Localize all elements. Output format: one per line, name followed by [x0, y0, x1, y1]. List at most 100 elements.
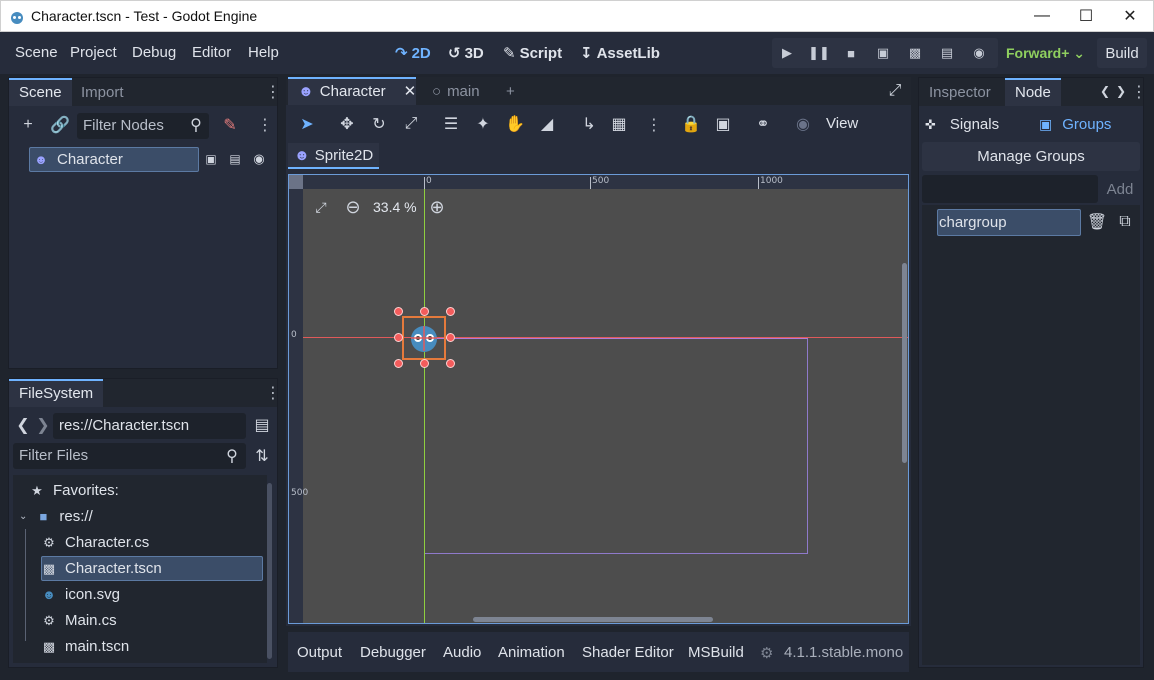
workspace-3d-button[interactable]: ↺ 3D: [448, 44, 484, 63]
smart-snap-icon[interactable]: ↳: [580, 115, 598, 133]
horizontal-scrollbar[interactable]: [473, 617, 713, 622]
detach-script-icon[interactable]: ✎: [219, 114, 241, 136]
pause-icon[interactable]: ❚❚: [808, 44, 830, 62]
sort-icon[interactable]: ⇅: [253, 447, 271, 465]
add-group-button[interactable]: Add: [1101, 175, 1139, 203]
scene-options-icon[interactable]: ⋮: [257, 115, 273, 135]
filter-files-input[interactable]: Filter Files: [13, 443, 246, 469]
tree-item-main-cs[interactable]: ⚙ Main.cs: [41, 612, 117, 629]
resize-handle[interactable]: [394, 333, 403, 342]
chevron-right-icon[interactable]: ❯: [1115, 83, 1127, 99]
bone-icon[interactable]: ⚭: [754, 115, 772, 133]
menu-debug[interactable]: Debug: [132, 44, 176, 61]
close-icon[interactable]: ✕: [1107, 1, 1153, 31]
grid-snap-icon[interactable]: ▦: [610, 115, 628, 133]
remote-debug-icon[interactable]: ▣: [874, 44, 892, 62]
script-attached-icon[interactable]: ▤: [227, 151, 243, 167]
tree-item-favorites[interactable]: ★ Favorites:: [29, 482, 119, 499]
path-field[interactable]: res://Character.tscn: [53, 413, 246, 439]
group-name-input[interactable]: [922, 175, 1098, 203]
inspector-menu-icon[interactable]: ⋮: [1131, 82, 1147, 102]
rotate-tool-icon[interactable]: ↻: [370, 115, 388, 133]
tab-character[interactable]: ☻ Character ✕: [288, 77, 416, 105]
group-select-icon[interactable]: ▣: [714, 115, 732, 133]
link-icon[interactable]: 🔗: [49, 114, 71, 136]
scale-tool-icon[interactable]: ⤢: [402, 115, 420, 133]
subtab-signals[interactable]: ✜ Signals: [925, 116, 999, 133]
menu-help[interactable]: Help: [248, 44, 279, 61]
maximize-icon[interactable]: ☐: [1063, 1, 1109, 31]
vertical-scrollbar[interactable]: [902, 263, 907, 463]
manage-groups-button[interactable]: Manage Groups: [922, 142, 1140, 171]
tab-main[interactable]: ○ main: [422, 77, 490, 105]
godot-sprite-icon[interactable]: [407, 321, 441, 355]
tab-import[interactable]: Import: [71, 78, 134, 106]
group-item-chargroup[interactable]: chargroup: [939, 214, 1007, 231]
snap-options-icon[interactable]: ⋮: [646, 115, 662, 135]
play-icon[interactable]: ▶: [778, 44, 796, 62]
workspace-script-button[interactable]: ✎ Script: [503, 44, 562, 63]
copy-icon[interactable]: ⧉: [1117, 213, 1133, 230]
movie-maker-icon[interactable]: ◉: [970, 44, 988, 62]
minimize-icon[interactable]: —: [1019, 1, 1065, 31]
camera-override-icon[interactable]: ◉: [794, 115, 812, 133]
menu-project[interactable]: Project: [70, 44, 117, 61]
tree-item-res[interactable]: ⌄ ■ res://: [19, 508, 93, 525]
tab-debugger[interactable]: Debugger: [360, 644, 426, 661]
tree-item-character-cs[interactable]: ⚙ Character.cs: [41, 534, 149, 551]
zoom-in-icon[interactable]: ⊕: [429, 197, 445, 217]
resize-handle[interactable]: [446, 333, 455, 342]
forward-icon[interactable]: ❯: [35, 416, 51, 434]
move-tool-icon[interactable]: ✥: [338, 115, 356, 133]
resize-handle[interactable]: [394, 359, 403, 368]
lock-icon[interactable]: 🔒: [681, 115, 701, 133]
workspace-assetlib-button[interactable]: ↧ AssetLib: [580, 44, 660, 63]
tree-item-character-tscn[interactable]: ▩ Character.tscn: [41, 560, 162, 577]
build-button[interactable]: Build: [1097, 38, 1147, 68]
workspace-2d-button[interactable]: ↷ 2D: [395, 44, 431, 63]
menu-scene[interactable]: Scene: [15, 44, 58, 61]
resize-handle[interactable]: [446, 307, 455, 316]
tree-item-main-tscn[interactable]: ▩ main.tscn: [41, 638, 129, 655]
view-menu[interactable]: View: [826, 115, 858, 132]
tab-msbuild[interactable]: MSBuild: [688, 644, 744, 661]
center-view-icon[interactable]: ⤢: [313, 199, 329, 215]
add-tab-icon[interactable]: +: [496, 77, 525, 105]
visibility-icon[interactable]: ◉: [251, 151, 267, 167]
resize-handle[interactable]: [394, 307, 403, 316]
menu-editor[interactable]: Editor: [192, 44, 231, 61]
tab-inspector[interactable]: Inspector: [919, 78, 1001, 106]
canvas-viewport[interactable]: 0 500 1000 0 500 ⤢ ⊖ 33.4 % ⊕: [288, 174, 909, 624]
tab-audio[interactable]: Audio: [443, 644, 481, 661]
file-tree-scrollbar[interactable]: [267, 483, 272, 659]
zoom-level[interactable]: 33.4 %: [373, 199, 417, 215]
tree-item-icon-svg[interactable]: ☻ icon.svg: [41, 586, 120, 603]
play-scene-icon[interactable]: ▩: [906, 44, 924, 62]
resize-handle[interactable]: [420, 359, 429, 368]
distraction-free-icon[interactable]: ⤢: [886, 82, 904, 100]
split-view-icon[interactable]: ▤: [253, 416, 271, 434]
tab-animation[interactable]: Animation: [498, 644, 565, 661]
play-custom-icon[interactable]: ▤: [938, 44, 956, 62]
renderer-selector[interactable]: Forward+ ⌄: [1006, 45, 1085, 62]
tab-filesystem[interactable]: FileSystem: [9, 379, 104, 407]
filesystem-menu-icon[interactable]: ⋮: [265, 383, 281, 403]
scene-dock-menu-icon[interactable]: ⋮: [265, 82, 281, 102]
list-select-icon[interactable]: ☰: [442, 115, 460, 133]
add-node-icon[interactable]: +: [17, 114, 39, 136]
select-tool-icon[interactable]: ➤: [298, 115, 316, 133]
chevron-left-icon[interactable]: ❮: [1099, 83, 1111, 99]
breadcrumb[interactable]: ☻ Sprite2D: [288, 143, 380, 169]
tab-shader-editor[interactable]: Shader Editor: [582, 644, 674, 661]
subtab-groups[interactable]: ▣ Groups: [1039, 116, 1111, 133]
tab-scene[interactable]: Scene: [9, 78, 72, 106]
group-icon[interactable]: ▣: [203, 151, 219, 167]
zoom-out-icon[interactable]: ⊖: [345, 197, 361, 217]
stop-icon[interactable]: ■: [842, 44, 860, 62]
resize-handle[interactable]: [420, 307, 429, 316]
back-icon[interactable]: ❮: [15, 416, 31, 434]
pivot-tool-icon[interactable]: ✦: [474, 115, 492, 133]
resize-handle[interactable]: [446, 359, 455, 368]
pan-tool-icon[interactable]: ✋: [505, 115, 525, 133]
tab-node[interactable]: Node: [1005, 78, 1061, 106]
